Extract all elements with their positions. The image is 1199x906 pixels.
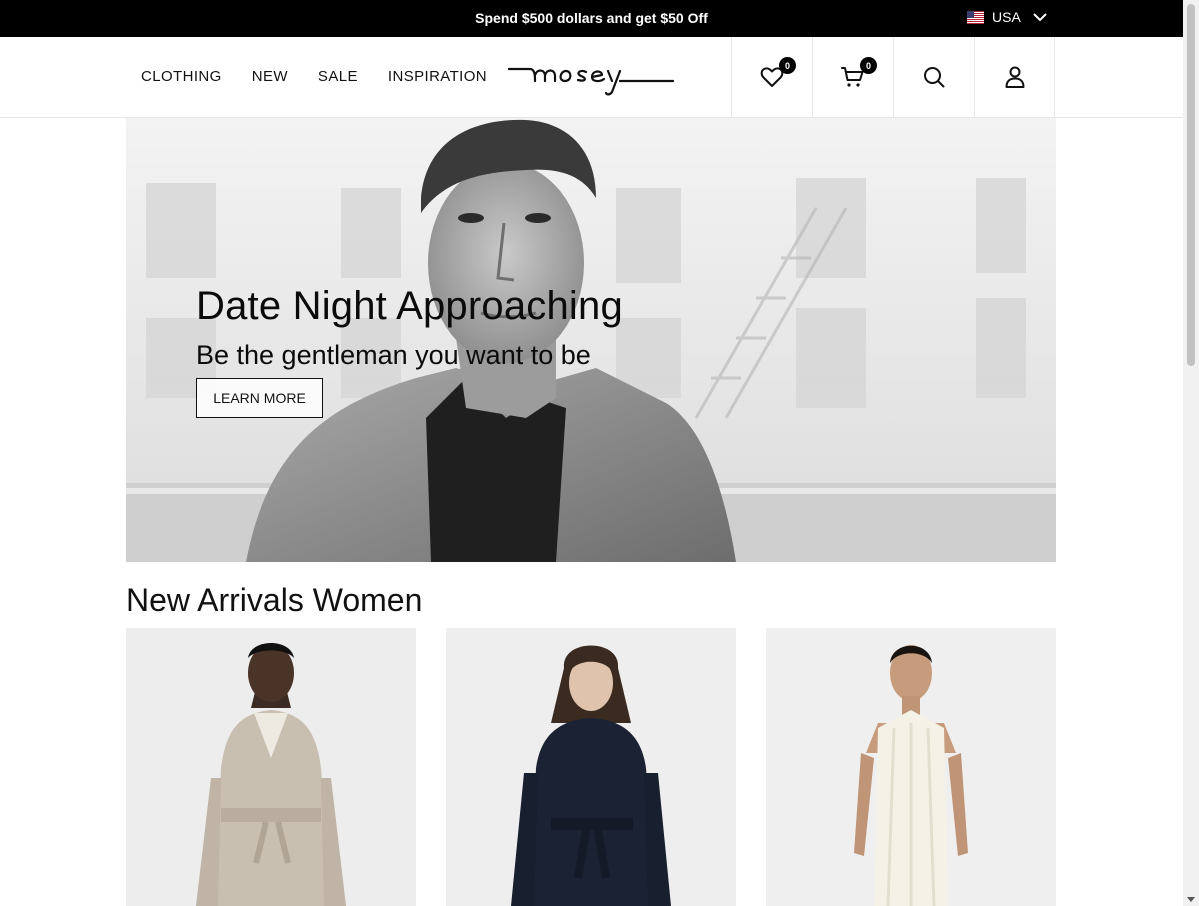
product-card-1[interactable] [126, 628, 416, 906]
header-icons: 0 0 [731, 37, 1055, 117]
account-button[interactable] [974, 37, 1055, 117]
wishlist-button[interactable]: 0 [731, 37, 812, 117]
locale-country: USA [992, 9, 1021, 25]
scroll-down-arrow-icon[interactable] [1187, 897, 1195, 902]
main-nav: CLOTHING NEW SALE INSPIRATION [141, 68, 487, 85]
white-halter-dress-photo [766, 628, 1056, 906]
new-arrivals-title: New Arrivals Women [126, 582, 423, 618]
chevron-down-icon [1033, 13, 1047, 22]
user-icon [1005, 66, 1024, 88]
hero-title: Date Night Approaching [196, 284, 623, 328]
hero-banner[interactable]: Date Night Approaching Be the gentleman … [126, 118, 1056, 562]
learn-more-button[interactable]: LEARN MORE [196, 378, 323, 418]
cart-count-badge: 0 [860, 57, 877, 74]
product-card-3[interactable] [766, 628, 1056, 906]
page-scrollbar[interactable] [1183, 0, 1199, 906]
nav-inspiration[interactable]: INSPIRATION [388, 68, 487, 85]
wishlist-count-badge: 0 [779, 57, 796, 74]
scrollbar-thumb[interactable] [1187, 4, 1195, 366]
cart-button[interactable]: 0 [812, 37, 893, 117]
promo-bar: Spend $500 dollars and get $50 Off USA [0, 0, 1183, 37]
nav-sale[interactable]: SALE [318, 68, 358, 85]
hero-subtitle: Be the gentleman you want to be [196, 340, 591, 370]
brand-logo[interactable] [508, 59, 674, 97]
nav-clothing[interactable]: CLOTHING [141, 68, 222, 85]
us-flag-icon [967, 10, 984, 24]
navy-wool-coat-photo [446, 628, 736, 906]
search-button[interactable] [893, 37, 974, 117]
product-card-2[interactable] [446, 628, 736, 906]
site-header: CLOTHING NEW SALE INSPIRATION 0 0 [0, 37, 1183, 118]
nav-new[interactable]: NEW [252, 68, 288, 85]
locale-selector[interactable]: USA [967, 9, 1047, 25]
search-icon [924, 67, 945, 88]
beige-trench-coat-photo [126, 628, 416, 906]
